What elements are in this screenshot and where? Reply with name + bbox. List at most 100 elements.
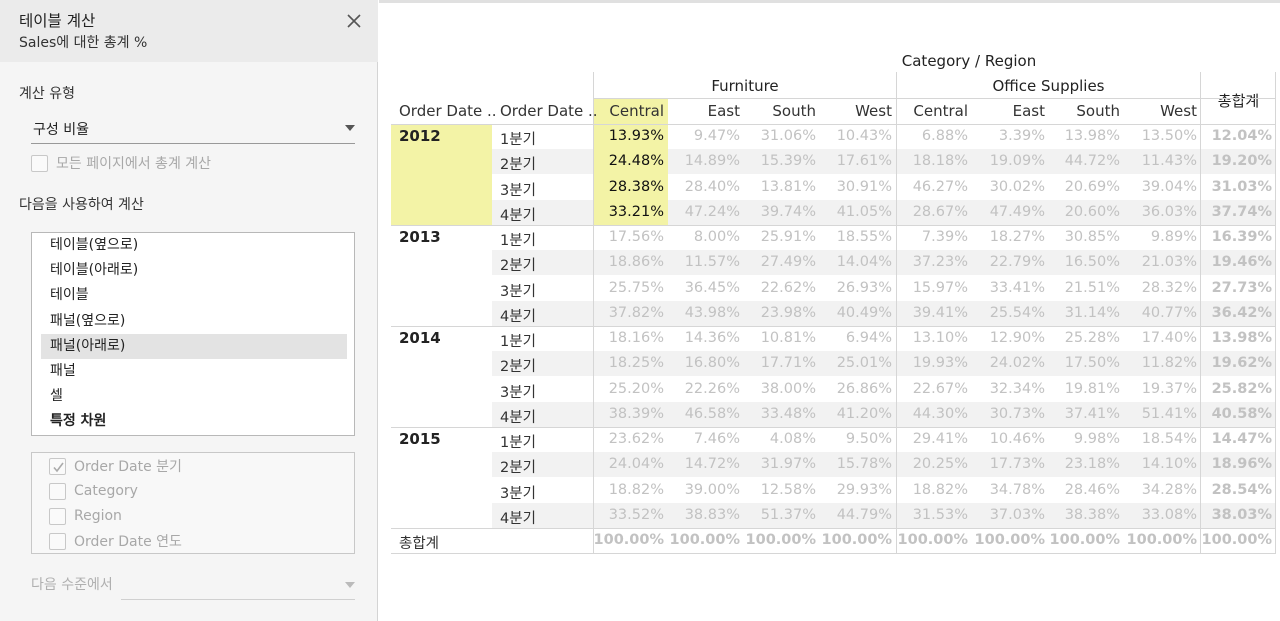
next-level-dropdown[interactable] <box>121 572 355 600</box>
quarter-label[interactable]: 4분기 <box>500 305 536 326</box>
table-cell[interactable]: 9.50% <box>820 427 892 452</box>
grand-total-cell[interactable]: 100.00% <box>969 528 1045 553</box>
table-cell-total[interactable]: 40.58% <box>1200 402 1272 427</box>
table-cell[interactable]: 37.03% <box>973 503 1045 528</box>
quarter-label[interactable]: 1분기 <box>500 431 536 452</box>
grand-total-cell[interactable]: 100.00% <box>588 528 664 553</box>
close-button[interactable] <box>344 11 364 31</box>
table-cell[interactable]: 22.26% <box>668 377 740 402</box>
table-cell[interactable]: 33.21% <box>592 200 664 225</box>
dimension-checkbox[interactable]: Order Date 연도 <box>49 531 182 551</box>
table-cell[interactable]: 18.55% <box>820 225 892 250</box>
checkbox-box[interactable] <box>49 457 66 475</box>
table-cell[interactable]: 38.00% <box>744 377 816 402</box>
checkbox-box[interactable] <box>49 532 66 550</box>
year-label[interactable]: 2012 <box>399 127 441 145</box>
grand-total-cell[interactable]: 100.00% <box>892 528 968 553</box>
compute-option[interactable]: 패널(옆으로) <box>41 309 347 334</box>
table-cell-total[interactable]: 13.98% <box>1200 326 1272 351</box>
year-label[interactable]: 2013 <box>399 228 441 246</box>
table-cell[interactable]: 31.06% <box>744 124 816 149</box>
table-cell[interactable]: 18.27% <box>973 225 1045 250</box>
checkbox-box[interactable] <box>49 482 66 500</box>
table-cell[interactable]: 27.49% <box>744 250 816 275</box>
table-cell-total[interactable]: 12.04% <box>1200 124 1272 149</box>
table-cell[interactable]: 14.72% <box>668 452 740 477</box>
table-cell[interactable]: 17.50% <box>1048 351 1120 376</box>
region-header[interactable]: South <box>1050 102 1120 120</box>
table-cell[interactable]: 23.18% <box>1048 452 1120 477</box>
table-cell[interactable]: 25.91% <box>744 225 816 250</box>
table-cell[interactable]: 10.43% <box>820 124 892 149</box>
table-cell-total[interactable]: 16.39% <box>1200 225 1272 250</box>
table-cell[interactable]: 16.80% <box>668 351 740 376</box>
table-cell[interactable]: 13.98% <box>1048 124 1120 149</box>
table-cell[interactable]: 47.49% <box>973 200 1045 225</box>
table-cell[interactable]: 24.04% <box>592 452 664 477</box>
table-cell[interactable]: 17.71% <box>744 351 816 376</box>
table-cell[interactable]: 9.98% <box>1048 427 1120 452</box>
quarter-label[interactable]: 4분기 <box>500 406 536 427</box>
quarter-label[interactable]: 4분기 <box>500 507 536 528</box>
table-cell[interactable]: 51.41% <box>1125 402 1197 427</box>
table-cell[interactable]: 25.01% <box>820 351 892 376</box>
grand-total-total[interactable]: 100.00% <box>1196 528 1272 553</box>
table-cell[interactable]: 28.32% <box>1125 276 1197 301</box>
grand-total-cell[interactable]: 100.00% <box>664 528 740 553</box>
table-cell[interactable]: 34.28% <box>1125 478 1197 503</box>
table-cell[interactable]: 21.51% <box>1048 276 1120 301</box>
region-header[interactable]: Central <box>594 102 664 120</box>
grand-total-cell[interactable]: 100.00% <box>1044 528 1120 553</box>
table-cell[interactable]: 28.40% <box>668 175 740 200</box>
table-cell[interactable]: 11.57% <box>668 250 740 275</box>
table-cell[interactable]: 14.89% <box>668 149 740 174</box>
table-cell[interactable]: 40.49% <box>820 301 892 326</box>
row-header-quarter[interactable]: Order Date .. <box>500 102 598 120</box>
quarter-label[interactable]: 2분기 <box>500 355 536 376</box>
table-cell[interactable]: 25.28% <box>1048 326 1120 351</box>
grand-total-cell[interactable]: 100.00% <box>740 528 816 553</box>
table-cell[interactable]: 17.56% <box>592 225 664 250</box>
table-cell[interactable]: 30.73% <box>973 402 1045 427</box>
table-cell[interactable]: 22.67% <box>896 377 968 402</box>
compute-option[interactable]: 테이블(아래로) <box>41 258 347 283</box>
table-cell[interactable]: 32.34% <box>973 377 1045 402</box>
table-cell[interactable]: 7.39% <box>896 225 968 250</box>
table-cell[interactable]: 31.53% <box>896 503 968 528</box>
table-cell[interactable]: 11.82% <box>1125 351 1197 376</box>
table-cell[interactable]: 14.10% <box>1125 452 1197 477</box>
table-cell-total[interactable]: 36.42% <box>1200 301 1272 326</box>
table-cell[interactable]: 33.41% <box>973 276 1045 301</box>
table-cell[interactable]: 10.81% <box>744 326 816 351</box>
table-cell[interactable]: 25.54% <box>973 301 1045 326</box>
table-cell[interactable]: 19.37% <box>1125 377 1197 402</box>
table-cell[interactable]: 18.82% <box>592 478 664 503</box>
compute-option[interactable]: 특정 차원 <box>41 409 347 434</box>
quarter-label[interactable]: 1분기 <box>500 330 536 351</box>
table-cell-total[interactable]: 38.03% <box>1200 503 1272 528</box>
quarter-label[interactable]: 1분기 <box>500 229 536 250</box>
table-cell[interactable]: 12.58% <box>744 478 816 503</box>
table-cell[interactable]: 37.23% <box>896 250 968 275</box>
table-cell[interactable]: 44.30% <box>896 402 968 427</box>
table-cell[interactable]: 24.48% <box>592 149 664 174</box>
quarter-label[interactable]: 2분기 <box>500 153 536 174</box>
table-cell[interactable]: 40.77% <box>1125 301 1197 326</box>
quarter-label[interactable]: 2분기 <box>500 254 536 275</box>
table-cell[interactable]: 20.25% <box>896 452 968 477</box>
row-header-year[interactable]: Order Date .. <box>399 102 497 120</box>
dimension-checkbox[interactable]: Order Date 분기 <box>49 456 182 476</box>
table-cell[interactable]: 4.08% <box>744 427 816 452</box>
table-cell[interactable]: 38.83% <box>668 503 740 528</box>
table-cell-total[interactable]: 19.46% <box>1200 250 1272 275</box>
table-cell[interactable]: 26.86% <box>820 377 892 402</box>
table-cell[interactable]: 25.75% <box>592 276 664 301</box>
region-header[interactable]: Central <box>898 102 968 120</box>
compute-option[interactable]: 패널(아래로) <box>41 333 347 359</box>
table-cell[interactable]: 39.00% <box>668 478 740 503</box>
table-cell[interactable]: 46.27% <box>896 175 968 200</box>
region-header[interactable]: East <box>670 102 740 120</box>
checkbox-box[interactable] <box>49 507 66 525</box>
table-cell-total[interactable]: 25.82% <box>1200 377 1272 402</box>
table-cell[interactable]: 18.16% <box>592 326 664 351</box>
